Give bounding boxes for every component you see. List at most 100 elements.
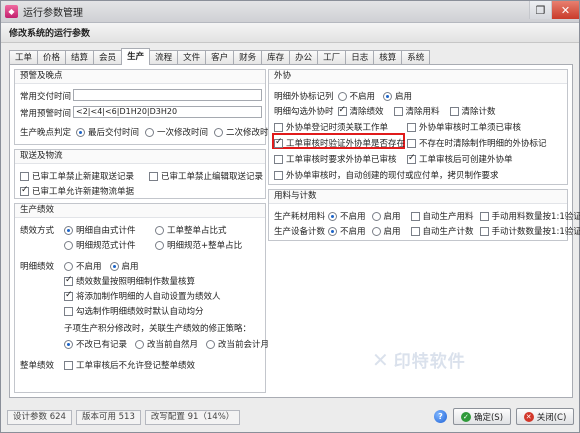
- method-standard-ratio-label: 明细规范+整单占比: [167, 241, 243, 251]
- sub-strategy-label: 子项生产积分修改时，关联生产绩效的修正策略：: [64, 324, 252, 334]
- equip-count-on-label: 启用: [383, 227, 401, 237]
- mark-col-off-label: 不启用: [349, 92, 376, 102]
- outsource-r3b-checkbox[interactable]: [407, 138, 416, 148]
- method-standard-radio[interactable]: [64, 240, 73, 250]
- perf-c2-label: 将添加制作明细的人自动设置为绩效人: [76, 292, 221, 302]
- outsource-r5-label: 外协单审核时，自动创建的现付或应付单，拷贝制作要求: [286, 171, 499, 181]
- title-bar: ◆ 运行参数管理 ❐ ✕: [1, 1, 579, 23]
- detail-perf-on-label: 启用: [121, 262, 139, 272]
- warning-group-title: 预警及晚点: [15, 70, 265, 84]
- sub-accounting-radio[interactable]: [206, 339, 216, 349]
- tab-workorder[interactable]: 工单: [9, 50, 39, 65]
- logistics-opt2-checkbox[interactable]: [149, 171, 158, 181]
- tab-member[interactable]: 会员: [93, 50, 123, 65]
- mark-col-off-radio[interactable]: [337, 91, 347, 101]
- tab-files[interactable]: 文件: [177, 50, 207, 65]
- close-button[interactable]: ✕ 关闭(C): [516, 408, 574, 425]
- tab-production[interactable]: 生产: [121, 48, 151, 65]
- detail-perf-on-radio[interactable]: [109, 261, 119, 271]
- outsource-r2b-checkbox[interactable]: [407, 122, 416, 132]
- manual-material-checkbox[interactable]: [479, 211, 489, 221]
- delivery-time-input[interactable]: [73, 89, 262, 101]
- warning-time-input[interactable]: <2|<4|<6|D1H20|D3H20: [73, 106, 262, 118]
- auto-count-checkbox[interactable]: [410, 226, 420, 236]
- tab-process[interactable]: 流程: [149, 50, 179, 65]
- ok-button[interactable]: ✓ 确定(S): [453, 408, 511, 425]
- restore-icon[interactable]: ❐: [529, 1, 551, 19]
- outsource-r5-checkbox[interactable]: [274, 170, 283, 180]
- close-icon[interactable]: ✕: [551, 1, 579, 19]
- outsource-r2b-label: 外协单审核时工单须已审核: [419, 123, 522, 133]
- status-bar: 设计参数 624 版本可用 513 改写配置 91（14%） ? ✓ 确定(S)…: [1, 402, 579, 432]
- tab-system[interactable]: 系统: [401, 50, 431, 65]
- outsource-r2a-checkbox[interactable]: [274, 122, 283, 132]
- close-circle-icon: ✕: [523, 411, 534, 422]
- app-icon: ◆: [5, 5, 18, 18]
- tab-log[interactable]: 日志: [345, 50, 375, 65]
- clear-count-label: 清除计数: [461, 107, 496, 117]
- watermark-icon: ✕: [372, 347, 390, 372]
- method-label: 绩效方式: [20, 226, 55, 236]
- help-icon[interactable]: ?: [434, 410, 447, 423]
- auto-material-label: 自动生产用料: [422, 212, 474, 222]
- outsource-r3a-checkbox[interactable]: [274, 137, 283, 148]
- method-ratio-radio[interactable]: [155, 225, 164, 235]
- clear-material-label: 清除用料: [405, 107, 440, 117]
- prod-material-on-radio[interactable]: [371, 211, 381, 221]
- clear-count-checkbox[interactable]: [449, 106, 459, 116]
- tab-finance[interactable]: 财务: [233, 50, 263, 65]
- auto-material-checkbox[interactable]: [410, 211, 420, 221]
- method-ratio-label: 工单整单占比式: [167, 226, 227, 236]
- tab-accounting[interactable]: 核算: [373, 50, 403, 65]
- tab-office[interactable]: 办公: [289, 50, 319, 65]
- late-final-label: 最后交付时间: [88, 128, 140, 138]
- manual-count-checkbox[interactable]: [479, 226, 489, 236]
- outsource-r4b-label: 工单审核后可创建外协单: [419, 155, 513, 165]
- sub-keep-radio[interactable]: [64, 339, 73, 349]
- production-panel: 预警及晚点 常用交付时间 常用预警时间 <2|<4|<6|D1H20|D3H20…: [9, 64, 580, 398]
- outsource-r4a-checkbox[interactable]: [274, 154, 283, 164]
- method-standard-ratio-radio[interactable]: [155, 240, 164, 250]
- check-icon: ✓: [460, 411, 471, 422]
- late-second-radio[interactable]: [214, 127, 224, 137]
- perf-c1-checkbox[interactable]: [64, 275, 73, 286]
- outsource-group-title: 外协: [269, 70, 567, 84]
- clear-perf-checkbox[interactable]: [337, 105, 347, 116]
- page-banner: 修改系统的运行参数: [1, 23, 579, 43]
- prod-material-label: 生产耗材用料: [274, 212, 326, 222]
- late-final-radio[interactable]: [76, 127, 86, 137]
- detail-perf-off-radio[interactable]: [64, 261, 73, 271]
- status-design: 设计参数 624: [7, 409, 72, 425]
- tab-inventory[interactable]: 库存: [261, 50, 291, 65]
- tab-price[interactable]: 价格: [37, 50, 67, 65]
- mark-col-on-radio[interactable]: [383, 91, 393, 101]
- logistics-opt3-checkbox[interactable]: [20, 185, 29, 196]
- whole-perf-opt-label: 工单审核后不允许登记整单绩效: [76, 361, 196, 371]
- outsource-r2a-label: 外协单登记时须关联工作单: [286, 123, 389, 133]
- late-first-radio[interactable]: [145, 127, 155, 137]
- tab-settlement[interactable]: 结算: [65, 50, 95, 65]
- detail-perf-label: 明细绩效: [20, 262, 55, 272]
- equip-count-off-radio[interactable]: [328, 226, 337, 236]
- sub-natural-label: 改当前自然月: [147, 340, 199, 350]
- status-version: 版本可用 513: [75, 409, 141, 425]
- outsource-r4b-checkbox[interactable]: [407, 153, 416, 164]
- perf-c3-checkbox[interactable]: [64, 306, 73, 316]
- logistics-opt1-label: 已审工单禁止新建取送记录: [32, 172, 135, 182]
- mark-col-on-label: 启用: [395, 92, 413, 102]
- equip-count-on-radio[interactable]: [371, 226, 381, 236]
- whole-perf-checkbox[interactable]: [64, 360, 73, 370]
- close-button-label: 关闭(C): [536, 412, 567, 423]
- auto-count-label: 自动生产计数: [422, 227, 474, 237]
- method-free-radio[interactable]: [64, 225, 73, 235]
- tab-factory[interactable]: 工厂: [317, 50, 347, 65]
- perf-c2-checkbox[interactable]: [64, 290, 73, 301]
- sub-natural-radio[interactable]: [135, 339, 145, 349]
- method-free-label: 明细自由式计件: [76, 226, 136, 236]
- prod-material-off-radio[interactable]: [328, 211, 337, 221]
- clear-material-checkbox[interactable]: [393, 106, 403, 116]
- ok-button-label: 确定(S): [473, 412, 504, 423]
- outsource-r3a-label: 工单审核时验证外协单是否存在: [286, 139, 406, 149]
- tab-customer[interactable]: 客户: [205, 50, 235, 65]
- logistics-opt1-checkbox[interactable]: [20, 171, 29, 181]
